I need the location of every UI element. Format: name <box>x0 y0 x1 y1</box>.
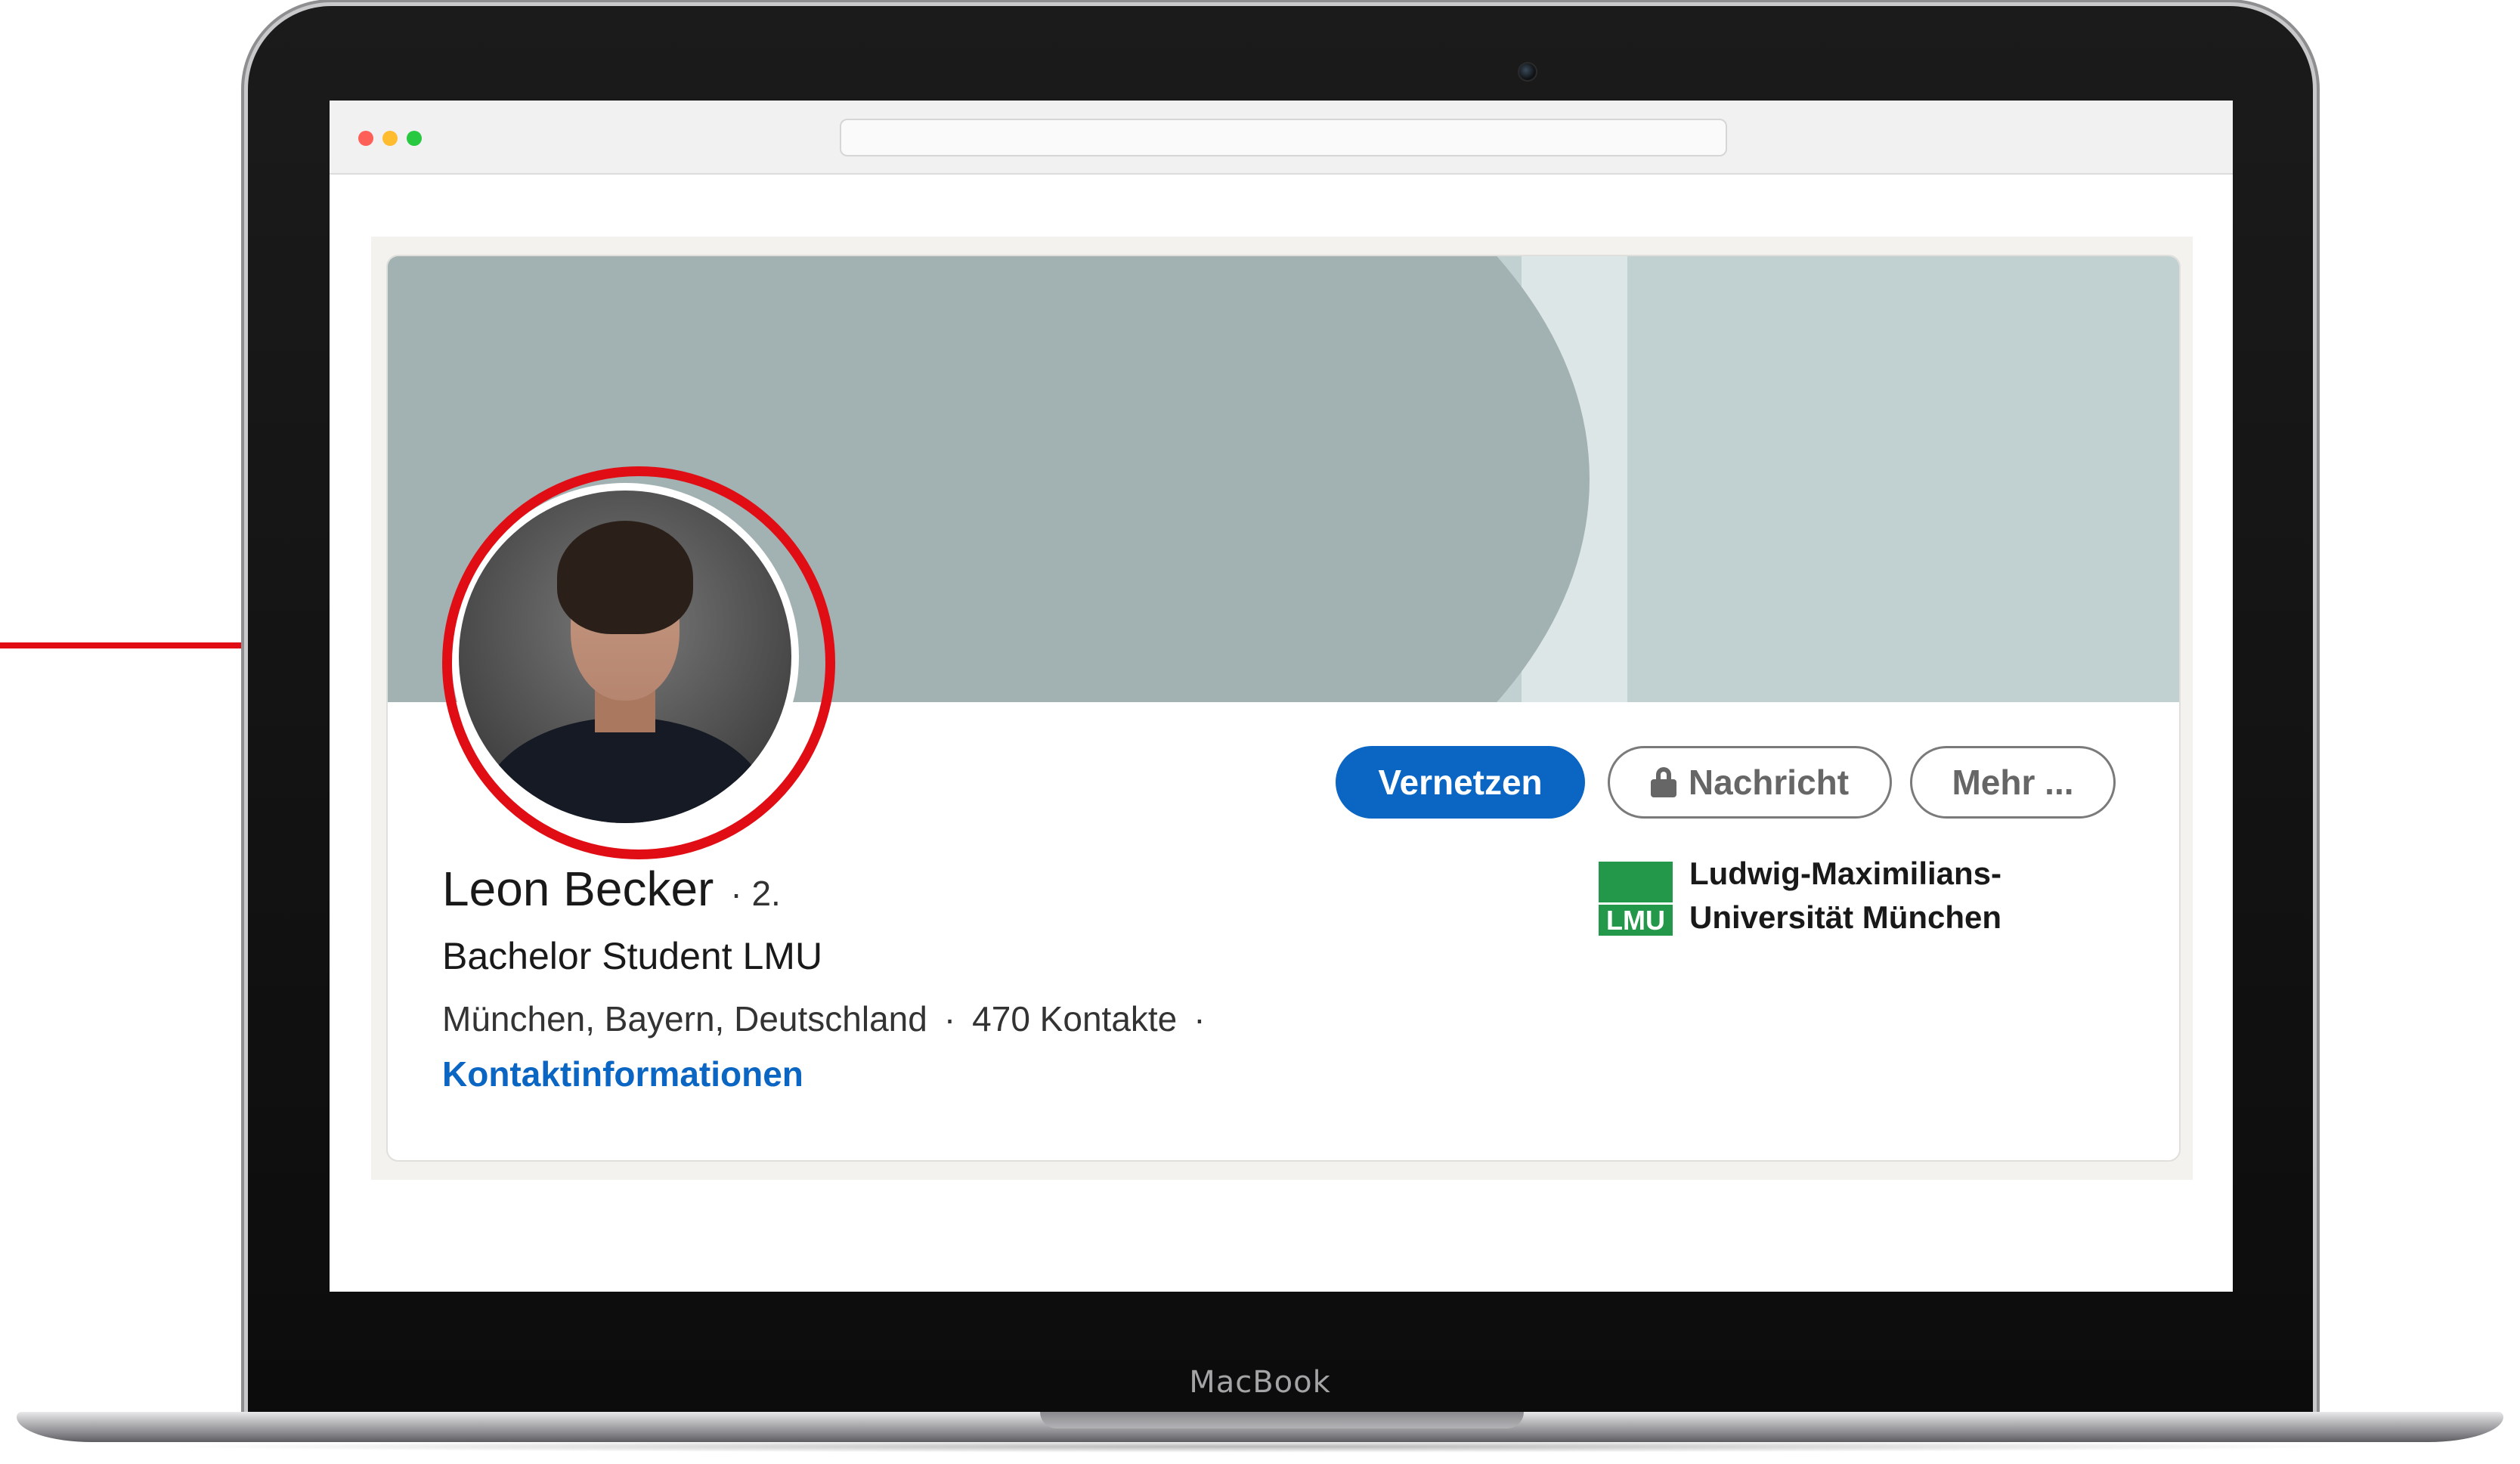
message-button-label: Nachricht <box>1688 763 1850 802</box>
meta-separator: · <box>1193 999 1206 1038</box>
lock-icon <box>1650 767 1676 797</box>
profile-card: Leon Becker · 2. Bachelor Student LMU Mü… <box>386 255 2181 1162</box>
more-button-label: Mehr ... <box>1952 763 2074 802</box>
university-name[interactable]: Ludwig-Maximilians- Universität München <box>1689 852 2113 939</box>
laptop-screen: Leon Becker · 2. Bachelor Student LMU Mü… <box>330 101 2233 1292</box>
university-logo-text: LMU <box>1599 905 1673 936</box>
laptop-shadow <box>151 1441 2369 1453</box>
page-background: Leon Becker · 2. Bachelor Student LMU Mü… <box>371 237 2193 1180</box>
university-name-line1: Ludwig-Maximilians- <box>1689 856 2002 891</box>
meta-separator: · <box>943 999 956 1038</box>
connection-degree: · 2. <box>730 874 781 913</box>
address-bar[interactable] <box>840 119 1727 156</box>
profile-name-row: Leon Becker · 2. <box>442 861 781 921</box>
window-minimize-button[interactable] <box>382 131 398 146</box>
university-logo[interactable]: LMU <box>1599 862 1673 936</box>
profile-headline: Bachelor Student LMU <box>442 935 823 977</box>
avatar-highlight-ring <box>442 466 835 859</box>
connect-button-label: Vernetzen <box>1378 763 1543 802</box>
contact-info-link[interactable]: Kontaktinformationen <box>442 1054 803 1094</box>
profile-name: Leon Becker <box>442 862 714 916</box>
window-zoom-button[interactable] <box>407 131 422 146</box>
laptop-notch <box>1040 1412 1524 1428</box>
profile-meta: München, Bayern, Deutschland · 470 Konta… <box>442 998 1222 1039</box>
mockup-stage: MacBook Leon Becker · 2. Bachelor Studen… <box>0 0 2520 1464</box>
more-button[interactable]: Mehr ... <box>1910 746 2116 819</box>
profile-connections[interactable]: 470 Kontakte <box>972 998 1177 1039</box>
device-label: MacBook <box>1189 1365 1331 1400</box>
profile-location: München, Bayern, Deutschland <box>442 999 927 1038</box>
university-name-line2: Universität München <box>1689 899 2002 935</box>
connect-button[interactable]: Vernetzen <box>1336 746 1585 819</box>
window-close-button[interactable] <box>358 131 373 146</box>
message-button[interactable]: Nachricht <box>1608 746 1892 819</box>
camera-icon <box>1518 62 1537 82</box>
browser-toolbar <box>330 101 2233 175</box>
